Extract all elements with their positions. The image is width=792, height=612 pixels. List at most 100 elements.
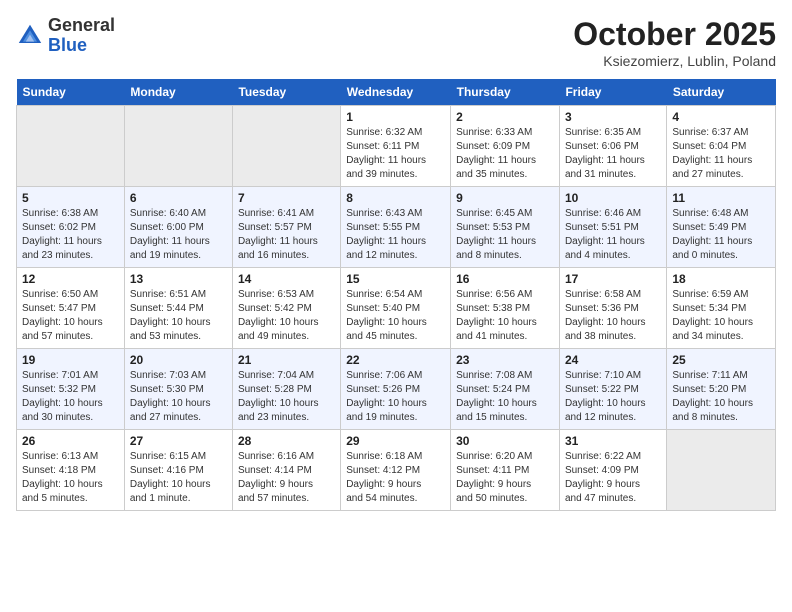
day-number: 22 bbox=[346, 353, 445, 367]
calendar-cell: 10 Sunrise: 6:46 AM Sunset: 5:51 PM Dayli… bbox=[559, 187, 666, 268]
day-number: 13 bbox=[130, 272, 227, 286]
col-header-wednesday: Wednesday bbox=[341, 79, 451, 106]
day-info: Sunrise: 6:35 AM Sunset: 6:06 PM Dayligh… bbox=[565, 126, 661, 182]
calendar-cell bbox=[124, 106, 232, 187]
calendar-cell: 12 Sunrise: 6:50 AM Sunset: 5:47 PM Dayli… bbox=[17, 268, 125, 349]
day-info: Sunrise: 6:56 AM Sunset: 5:38 PM Dayligh… bbox=[456, 288, 554, 344]
day-number: 24 bbox=[565, 353, 661, 367]
day-number: 28 bbox=[238, 434, 335, 448]
col-header-tuesday: Tuesday bbox=[232, 79, 340, 106]
day-number: 7 bbox=[238, 191, 335, 205]
day-info: Sunrise: 7:11 AM Sunset: 5:20 PM Dayligh… bbox=[672, 369, 770, 425]
calendar-cell: 17 Sunrise: 6:58 AM Sunset: 5:36 PM Dayli… bbox=[559, 268, 666, 349]
calendar-cell: 5 Sunrise: 6:38 AM Sunset: 6:02 PM Daylig… bbox=[17, 187, 125, 268]
day-number: 10 bbox=[565, 191, 661, 205]
calendar-cell bbox=[232, 106, 340, 187]
day-number: 1 bbox=[346, 110, 445, 124]
title-block: October 2025 Ksiezomierz, Lublin, Poland bbox=[573, 16, 776, 69]
calendar-cell: 22 Sunrise: 7:06 AM Sunset: 5:26 PM Dayli… bbox=[341, 349, 451, 430]
day-info: Sunrise: 6:46 AM Sunset: 5:51 PM Dayligh… bbox=[565, 207, 661, 263]
day-number: 9 bbox=[456, 191, 554, 205]
day-info: Sunrise: 7:01 AM Sunset: 5:32 PM Dayligh… bbox=[22, 369, 119, 425]
month-title: October 2025 bbox=[573, 16, 776, 53]
day-info: Sunrise: 6:33 AM Sunset: 6:09 PM Dayligh… bbox=[456, 126, 554, 182]
calendar-cell: 28 Sunrise: 6:16 AM Sunset: 4:14 PM Dayli… bbox=[232, 430, 340, 511]
day-info: Sunrise: 6:41 AM Sunset: 5:57 PM Dayligh… bbox=[238, 207, 335, 263]
day-info: Sunrise: 6:32 AM Sunset: 6:11 PM Dayligh… bbox=[346, 126, 445, 182]
day-number: 12 bbox=[22, 272, 119, 286]
day-number: 20 bbox=[130, 353, 227, 367]
calendar-cell: 30 Sunrise: 6:20 AM Sunset: 4:11 PM Dayli… bbox=[451, 430, 560, 511]
day-info: Sunrise: 6:20 AM Sunset: 4:11 PM Dayligh… bbox=[456, 450, 554, 506]
col-header-saturday: Saturday bbox=[667, 79, 776, 106]
calendar-week-2: 5 Sunrise: 6:38 AM Sunset: 6:02 PM Daylig… bbox=[17, 187, 776, 268]
calendar-cell: 4 Sunrise: 6:37 AM Sunset: 6:04 PM Daylig… bbox=[667, 106, 776, 187]
day-number: 17 bbox=[565, 272, 661, 286]
location-subtitle: Ksiezomierz, Lublin, Poland bbox=[573, 53, 776, 69]
day-number: 8 bbox=[346, 191, 445, 205]
calendar-cell bbox=[17, 106, 125, 187]
calendar-cell: 11 Sunrise: 6:48 AM Sunset: 5:49 PM Dayli… bbox=[667, 187, 776, 268]
calendar-cell: 1 Sunrise: 6:32 AM Sunset: 6:11 PM Daylig… bbox=[341, 106, 451, 187]
day-number: 27 bbox=[130, 434, 227, 448]
day-info: Sunrise: 7:08 AM Sunset: 5:24 PM Dayligh… bbox=[456, 369, 554, 425]
day-info: Sunrise: 6:37 AM Sunset: 6:04 PM Dayligh… bbox=[672, 126, 770, 182]
calendar-cell: 15Sunrise: 6:54 AM Sunset: 5:40 PM Dayli… bbox=[341, 268, 451, 349]
calendar-cell: 14 Sunrise: 6:53 AM Sunset: 5:42 PM Dayli… bbox=[232, 268, 340, 349]
logo: General Blue bbox=[16, 16, 115, 56]
calendar-cell: 7 Sunrise: 6:41 AM Sunset: 5:57 PM Daylig… bbox=[232, 187, 340, 268]
calendar-week-4: 19 Sunrise: 7:01 AM Sunset: 5:32 PM Dayli… bbox=[17, 349, 776, 430]
page-header: General Blue October 2025 Ksiezomierz, L… bbox=[16, 16, 776, 69]
day-info: Sunrise: 6:22 AM Sunset: 4:09 PM Dayligh… bbox=[565, 450, 661, 506]
day-number: 30 bbox=[456, 434, 554, 448]
calendar-cell: 29Sunrise: 6:18 AM Sunset: 4:12 PM Dayli… bbox=[341, 430, 451, 511]
col-header-thursday: Thursday bbox=[451, 79, 560, 106]
col-header-monday: Monday bbox=[124, 79, 232, 106]
day-number: 19 bbox=[22, 353, 119, 367]
day-number: 16 bbox=[456, 272, 554, 286]
day-number: 11 bbox=[672, 191, 770, 205]
day-info: Sunrise: 6:50 AM Sunset: 5:47 PM Dayligh… bbox=[22, 288, 119, 344]
calendar-cell: 26Sunrise: 6:13 AM Sunset: 4:18 PM Dayli… bbox=[17, 430, 125, 511]
day-info: Sunrise: 6:58 AM Sunset: 5:36 PM Dayligh… bbox=[565, 288, 661, 344]
day-info: Sunrise: 6:45 AM Sunset: 5:53 PM Dayligh… bbox=[456, 207, 554, 263]
calendar-cell: 16 Sunrise: 6:56 AM Sunset: 5:38 PM Dayli… bbox=[451, 268, 560, 349]
calendar-cell: 6Sunrise: 6:40 AM Sunset: 6:00 PM Daylig… bbox=[124, 187, 232, 268]
day-number: 31 bbox=[565, 434, 661, 448]
calendar-cell bbox=[667, 430, 776, 511]
day-info: Sunrise: 6:38 AM Sunset: 6:02 PM Dayligh… bbox=[22, 207, 119, 263]
day-info: Sunrise: 7:06 AM Sunset: 5:26 PM Dayligh… bbox=[346, 369, 445, 425]
calendar-header-row: SundayMondayTuesdayWednesdayThursdayFrid… bbox=[17, 79, 776, 106]
calendar-cell: 8Sunrise: 6:43 AM Sunset: 5:55 PM Daylig… bbox=[341, 187, 451, 268]
day-number: 18 bbox=[672, 272, 770, 286]
day-info: Sunrise: 6:18 AM Sunset: 4:12 PM Dayligh… bbox=[346, 450, 445, 506]
day-number: 23 bbox=[456, 353, 554, 367]
calendar-cell: 19 Sunrise: 7:01 AM Sunset: 5:32 PM Dayli… bbox=[17, 349, 125, 430]
calendar-cell: 2 Sunrise: 6:33 AM Sunset: 6:09 PM Daylig… bbox=[451, 106, 560, 187]
day-number: 5 bbox=[22, 191, 119, 205]
calendar-cell: 13Sunrise: 6:51 AM Sunset: 5:44 PM Dayli… bbox=[124, 268, 232, 349]
day-number: 4 bbox=[672, 110, 770, 124]
calendar-cell: 20 Sunrise: 7:03 AM Sunset: 5:30 PM Dayli… bbox=[124, 349, 232, 430]
day-info: Sunrise: 7:10 AM Sunset: 5:22 PM Dayligh… bbox=[565, 369, 661, 425]
col-header-sunday: Sunday bbox=[17, 79, 125, 106]
day-info: Sunrise: 6:15 AM Sunset: 4:16 PM Dayligh… bbox=[130, 450, 227, 506]
day-info: Sunrise: 6:59 AM Sunset: 5:34 PM Dayligh… bbox=[672, 288, 770, 344]
day-number: 6 bbox=[130, 191, 227, 205]
day-info: Sunrise: 6:16 AM Sunset: 4:14 PM Dayligh… bbox=[238, 450, 335, 506]
calendar-cell: 23 Sunrise: 7:08 AM Sunset: 5:24 PM Dayli… bbox=[451, 349, 560, 430]
day-number: 3 bbox=[565, 110, 661, 124]
col-header-friday: Friday bbox=[559, 79, 666, 106]
calendar-cell: 24 Sunrise: 7:10 AM Sunset: 5:22 PM Dayli… bbox=[559, 349, 666, 430]
day-info: Sunrise: 6:48 AM Sunset: 5:49 PM Dayligh… bbox=[672, 207, 770, 263]
day-info: Sunrise: 7:03 AM Sunset: 5:30 PM Dayligh… bbox=[130, 369, 227, 425]
calendar-cell: 18 Sunrise: 6:59 AM Sunset: 5:34 PM Dayli… bbox=[667, 268, 776, 349]
logo-icon bbox=[16, 22, 44, 50]
day-number: 14 bbox=[238, 272, 335, 286]
day-info: Sunrise: 6:53 AM Sunset: 5:42 PM Dayligh… bbox=[238, 288, 335, 344]
calendar-week-1: 1 Sunrise: 6:32 AM Sunset: 6:11 PM Daylig… bbox=[17, 106, 776, 187]
calendar-week-3: 12 Sunrise: 6:50 AM Sunset: 5:47 PM Dayli… bbox=[17, 268, 776, 349]
logo-text: General Blue bbox=[48, 16, 115, 56]
day-number: 2 bbox=[456, 110, 554, 124]
day-info: Sunrise: 7:04 AM Sunset: 5:28 PM Dayligh… bbox=[238, 369, 335, 425]
